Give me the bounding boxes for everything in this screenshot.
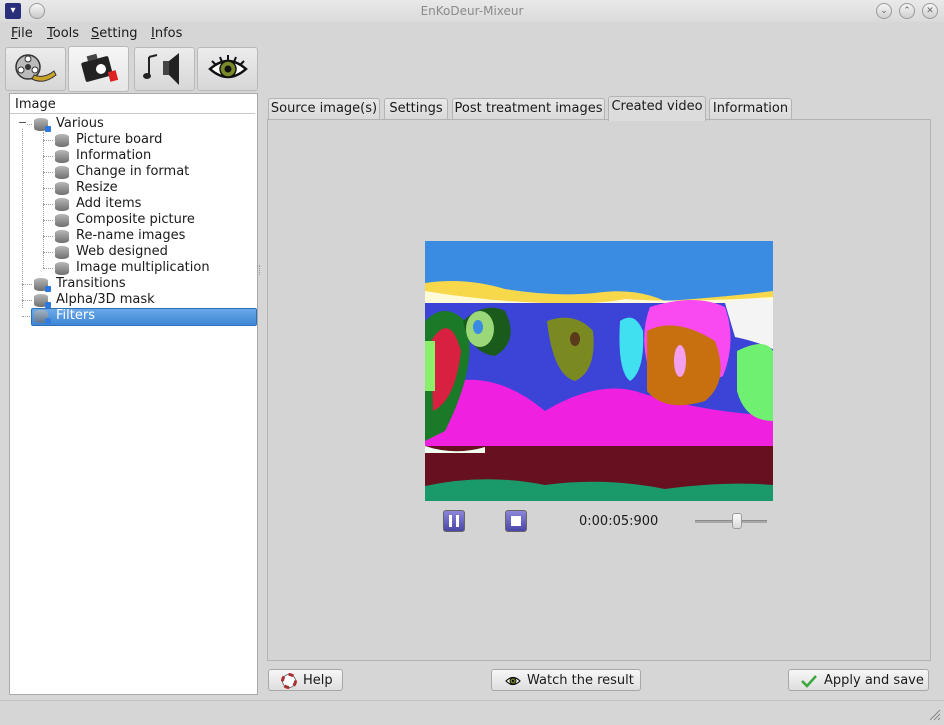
tab-information[interactable]: Information [709,98,792,120]
collapse-toggle-icon[interactable]: − [18,117,27,128]
menu-file[interactable]: File [11,26,33,41]
tree-item-label: Change in format [76,164,190,179]
menu-tools[interactable]: Tools [47,26,79,41]
menu-setting[interactable]: Setting [91,26,138,41]
tree-item-label: Re-name images [76,228,186,243]
menu-bar: File Tools Setting Infos [0,23,944,45]
tree-item-label: Resize [76,180,118,195]
tab-source-images[interactable]: Source image(s) [268,98,380,120]
database-icon [55,182,69,195]
splitter-handle[interactable] [259,265,262,275]
tree-header: Image [15,97,56,112]
watch-result-label: Watch the result [527,673,634,688]
pause-icon [449,515,459,527]
database-icon [34,310,51,324]
pause-button[interactable] [443,510,465,532]
watch-result-button[interactable]: Watch the result [491,669,641,691]
camera-icon [80,53,118,82]
database-icon [34,118,51,132]
apply-save-label: Apply and save [824,673,924,688]
help-label: Help [303,673,333,688]
tree-item-label: Filters [56,308,95,323]
database-icon [55,150,69,163]
database-icon [55,262,69,275]
window-title: EnKoDeur-Mixeur [420,4,524,18]
lifebuoy-icon [281,673,297,689]
toolbar-image-button[interactable] [68,46,129,92]
music-speaker-icon [142,53,179,85]
resize-grip-icon[interactable] [927,707,941,721]
tree-item-label: Image multiplication [76,260,210,275]
database-icon [55,246,69,259]
status-bar [0,700,944,725]
tree-item-label: Information [76,148,152,163]
stop-button[interactable] [505,510,527,532]
volume-slider-handle[interactable] [731,513,742,529]
database-icon [55,214,69,227]
database-icon [55,198,69,211]
database-icon [34,294,51,308]
minimize-icon[interactable]: ⌄ [876,3,892,19]
menu-infos[interactable]: Infos [151,26,182,41]
toolbar-preview-button[interactable] [197,47,258,91]
database-icon [55,230,69,243]
tree-item-label: Transitions [56,276,126,291]
tree-item-label: Add items [76,196,142,211]
film-reel-icon [14,54,57,82]
video-preview[interactable] [425,241,773,501]
help-button[interactable]: Help [268,669,343,691]
category-tree: Image − Various Picture board Informatio… [9,93,258,695]
maximize-icon[interactable]: ⌃ [899,3,915,19]
eye-icon [207,55,248,79]
database-icon [55,166,69,179]
tab-settings[interactable]: Settings [384,98,448,120]
tree-item-label: Composite picture [76,212,195,227]
database-icon [34,278,51,292]
checkmark-icon [801,675,817,688]
tree-item-label: Web designed [76,244,168,259]
toolbar-video-button[interactable] [5,47,66,91]
stop-icon [511,516,521,526]
close-icon[interactable]: ✕ [922,3,938,19]
timecode-display: 0:00:05:900 [579,514,659,529]
toolbar-audio-button[interactable] [134,47,195,91]
tab-created-video[interactable]: Created video [608,96,706,121]
eye-icon [505,676,521,686]
tree-item-label: Picture board [76,132,163,147]
tree-item-label: Alpha/3D mask [56,292,155,307]
tree-item-label: Various [56,116,104,131]
database-icon [55,134,69,147]
tab-post-treatment[interactable]: Post treatment images [452,98,605,120]
apply-save-button[interactable]: Apply and save [788,669,929,691]
